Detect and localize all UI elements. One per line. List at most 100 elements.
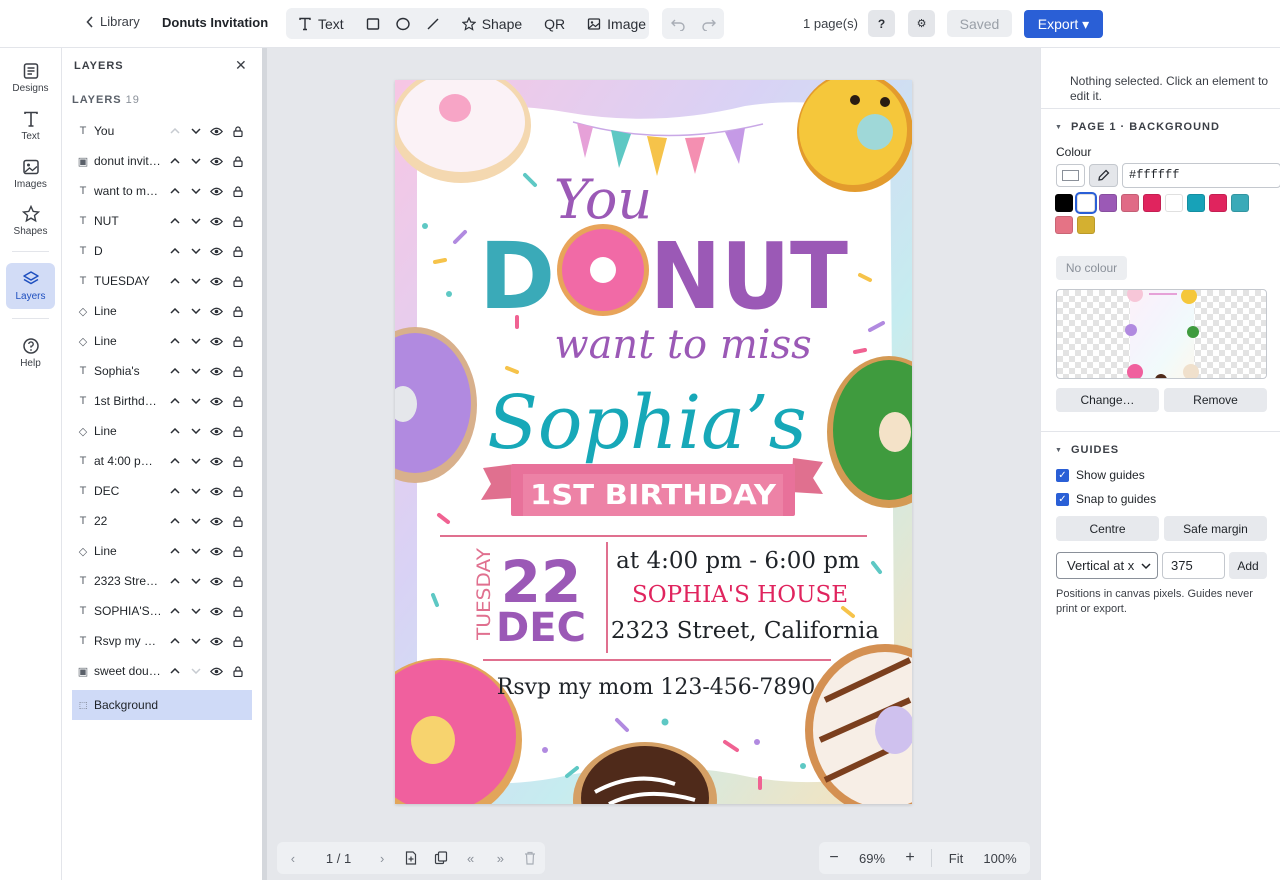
layer-row[interactable]: ▣ sweet dou… [72, 656, 252, 686]
rail-shapes[interactable]: Shapes [6, 199, 55, 243]
guides-section-header[interactable]: ▼ GUIDES [1055, 444, 1119, 456]
move-up-button[interactable] [164, 271, 185, 291]
lock-toggle[interactable] [227, 121, 248, 141]
layer-row[interactable]: ◇ Line [72, 326, 252, 356]
add-ellipse-tool[interactable] [388, 8, 418, 39]
rail-help[interactable]: Help [6, 331, 55, 375]
move-up-button[interactable] [164, 121, 185, 141]
move-up-button[interactable] [164, 601, 185, 621]
change-image-button[interactable]: Change… [1056, 388, 1159, 412]
duplicate-page-button[interactable] [426, 842, 456, 874]
move-down-button[interactable] [185, 121, 206, 141]
move-down-button[interactable] [185, 271, 206, 291]
move-up-button[interactable] [164, 511, 185, 531]
palette-swatch[interactable] [1075, 192, 1097, 214]
add-image-tool[interactable]: Image [573, 8, 654, 39]
lock-toggle[interactable] [227, 391, 248, 411]
lock-toggle[interactable] [227, 331, 248, 351]
visibility-toggle[interactable] [206, 631, 227, 651]
lock-toggle[interactable] [227, 421, 248, 441]
lock-toggle[interactable] [227, 631, 248, 651]
visibility-toggle[interactable] [206, 541, 227, 561]
move-down-button[interactable] [185, 571, 206, 591]
move-up-button[interactable] [164, 541, 185, 561]
move-down-button[interactable] [185, 331, 206, 351]
remove-image-button[interactable]: Remove [1164, 388, 1267, 412]
prev-page-button[interactable]: ‹ [277, 842, 309, 874]
palette-swatch[interactable] [1099, 194, 1117, 212]
layer-row[interactable]: T TUESDAY [72, 266, 252, 296]
move-down-button[interactable] [185, 631, 206, 651]
move-down-button[interactable] [185, 391, 206, 411]
move-up-button[interactable] [164, 661, 185, 681]
layer-row[interactable]: Tat 4:00 pm… [72, 446, 252, 476]
lock-toggle[interactable] [227, 571, 248, 591]
add-guide-button[interactable]: Add [1229, 552, 1267, 579]
visibility-toggle[interactable] [206, 661, 227, 681]
layer-row[interactable]: ◇ Line [72, 536, 252, 566]
layer-row[interactable]: ▣ donut invit… [72, 146, 252, 176]
visibility-toggle[interactable] [206, 481, 227, 501]
snap-guides-checkbox[interactable]: ✓ Snap to guides [1056, 492, 1156, 506]
add-page-button[interactable] [396, 842, 426, 874]
visibility-toggle[interactable] [206, 361, 227, 381]
move-down-button[interactable] [185, 481, 206, 501]
move-up-button[interactable] [164, 481, 185, 501]
lock-toggle[interactable] [227, 451, 248, 471]
lock-toggle[interactable] [227, 601, 248, 621]
palette-swatch[interactable] [1143, 194, 1161, 212]
zoom-in-button[interactable]: + [895, 842, 925, 874]
lock-toggle[interactable] [227, 271, 248, 291]
saved-button[interactable]: Saved [947, 10, 1012, 37]
visibility-toggle[interactable] [206, 421, 227, 441]
move-up-button[interactable] [164, 421, 185, 441]
visibility-toggle[interactable] [206, 601, 227, 621]
move-up-button[interactable] [164, 211, 185, 231]
layer-row-background[interactable]: ⬚ Background [72, 690, 252, 720]
show-guides-checkbox[interactable]: ✓ Show guides [1056, 468, 1145, 482]
move-up-button[interactable] [164, 631, 185, 651]
layer-row[interactable]: T SOPHIA'S … [72, 596, 252, 626]
lock-toggle[interactable] [227, 211, 248, 231]
move-up-button[interactable] [164, 571, 185, 591]
layer-row[interactable]: Twant to m… [72, 176, 252, 206]
palette-swatch[interactable] [1231, 194, 1249, 212]
help-button[interactable]: ? [868, 10, 895, 37]
settings-button[interactable]: ⚙ [908, 10, 935, 37]
move-up-button[interactable] [164, 151, 185, 171]
move-up-button[interactable] [164, 181, 185, 201]
current-colour-swatch[interactable] [1056, 164, 1085, 187]
move-up-button[interactable] [164, 451, 185, 471]
visibility-toggle[interactable] [206, 241, 227, 261]
visibility-toggle[interactable] [206, 391, 227, 411]
move-down-button[interactable] [185, 361, 206, 381]
close-icon[interactable]: ✕ [235, 57, 247, 74]
invitation-page[interactable]: You D NUT want to miss Sophia’s 1ST BIRT… [395, 80, 912, 804]
layer-row[interactable]: T 22 [72, 506, 252, 536]
move-up-button[interactable] [164, 241, 185, 261]
zoom-fit-button[interactable]: Fit [938, 842, 974, 874]
layer-row[interactable]: T You [72, 116, 252, 146]
layer-row[interactable]: T 1st Birthd… [72, 386, 252, 416]
redo-button[interactable] [701, 17, 717, 31]
move-down-button[interactable] [185, 601, 206, 621]
layer-row[interactable]: T DEC [72, 476, 252, 506]
visibility-toggle[interactable] [206, 451, 227, 471]
move-down-button[interactable] [185, 661, 206, 681]
visibility-toggle[interactable] [206, 211, 227, 231]
visibility-toggle[interactable] [206, 271, 227, 291]
move-down-button[interactable] [185, 511, 206, 531]
back-to-library-button[interactable]: Library [86, 14, 140, 29]
move-up-button[interactable] [164, 361, 185, 381]
add-text-tool[interactable]: Text [286, 8, 352, 39]
visibility-toggle[interactable] [206, 571, 227, 591]
layer-row[interactable]: T NUT [72, 206, 252, 236]
move-up-button[interactable] [164, 391, 185, 411]
layer-row[interactable]: T Rsvp my m… [72, 626, 252, 656]
background-section-header[interactable]: ▼ PAGE 1 · BACKGROUND [1055, 121, 1220, 133]
visibility-toggle[interactable] [206, 511, 227, 531]
palette-swatch[interactable] [1055, 194, 1073, 212]
palette-swatch[interactable] [1055, 216, 1073, 234]
export-button[interactable]: Export ▾ [1024, 10, 1103, 38]
layer-row[interactable]: ◇ Line [72, 296, 252, 326]
